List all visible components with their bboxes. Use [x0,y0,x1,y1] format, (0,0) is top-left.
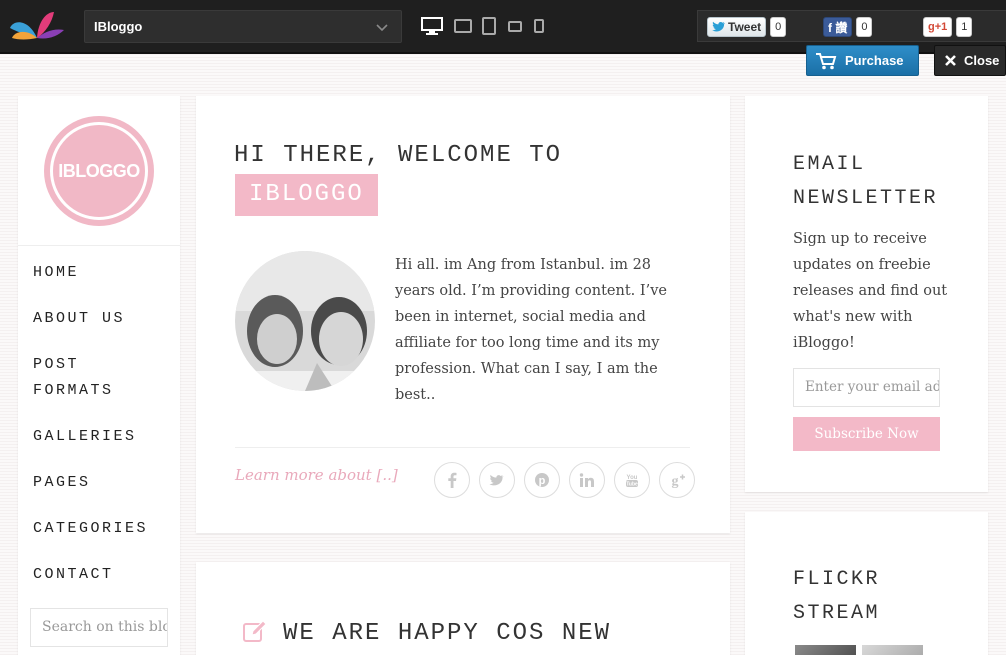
blog-search-input[interactable]: Search on this blog [30,608,168,647]
youtube-icon[interactable]: You Tube [614,462,650,498]
widget-title: EMAIL [793,153,866,176]
theme-select-value: IBloggo [94,19,143,34]
edit-icon [243,620,267,642]
facebook-label: f 讚 [828,20,848,35]
author-avatar [235,251,375,391]
close-button[interactable]: Close [934,45,1006,76]
newsletter-description: Sign up to receive updates on freebie re… [793,231,948,351]
nav-item-categories[interactable]: CATEGORIES [33,516,173,542]
newsletter-widget: EMAIL NEWSLETTER Sign up to receive upda… [745,96,988,492]
butterfly-logo-icon [10,12,64,40]
google-plus-count: 1 [956,17,973,37]
widget-title: STREAM [793,602,881,625]
twitter-icon[interactable] [479,462,515,498]
nav-item-galleries[interactable]: GALLERIES [33,424,173,450]
email-field[interactable]: Enter your email address [793,368,940,407]
flickr-thumbnail[interactable] [795,645,856,655]
social-share-box: Tweet 0 f 讚 0 g+1 1 [697,10,1006,42]
learn-more-link[interactable]: Learn more about [..] [235,466,398,484]
subscribe-button[interactable]: Subscribe Now [793,417,940,451]
tablet-portrait-icon[interactable] [481,17,497,35]
pinterest-icon[interactable]: p [524,462,560,498]
google-plus-icon[interactable]: g [659,462,695,498]
tablet-landscape-icon[interactable] [453,19,473,33]
facebook-icon: f 讚 [823,17,853,37]
nav-item-home[interactable]: HOME [33,260,173,286]
twitter-bird-icon [712,21,725,32]
theme-select[interactable]: IBloggo [84,10,402,43]
widget-title: FLICKR [793,568,881,591]
divider [18,245,180,246]
author-bio: Hi all. im Ang from Istanbul. im 28 year… [395,257,667,403]
left-sidebar: IBLOGGO HOME ABOUT US POST FORMATS GALLE… [18,96,180,655]
widget-title: NEWSLETTER [793,187,939,210]
close-label: Close [964,53,1000,68]
purchase-label: Purchase [845,53,904,68]
nav-item-about-us[interactable]: ABOUT US [33,306,173,332]
facebook-count: 0 [856,17,873,37]
main-nav: HOME ABOUT US POST FORMATS GALLERIES PAG… [33,260,173,608]
welcome-post: HI THERE, WELCOME TO IBLOGGO Hi all. im … [196,96,730,533]
facebook-icon[interactable] [434,462,470,498]
svg-text:Tube: Tube [626,482,638,488]
site-logo-text: IBLOGGO [50,122,148,220]
tweet-button[interactable]: Tweet 0 [707,17,787,37]
nav-item-post-formats[interactable]: POST FORMATS [33,352,133,404]
purchase-button[interactable]: Purchase [806,45,919,76]
divider [235,447,690,448]
google-plus-button[interactable]: g+1 1 [923,17,973,37]
cart-icon [816,52,837,69]
facebook-like-button[interactable]: f 讚 0 [823,17,873,37]
svg-text:p: p [539,475,546,487]
phone-landscape-icon[interactable] [507,20,523,32]
tweet-label: Tweet [728,20,762,34]
phone-portrait-icon[interactable] [533,19,545,33]
flickr-thumbnail[interactable] [862,645,923,655]
post-title: HI THERE, WELCOME TO [234,142,563,169]
linkedin-icon[interactable] [569,462,605,498]
post-title[interactable]: WE ARE HAPPY COS NEW [283,620,611,647]
site-logo[interactable]: IBLOGGO [44,116,154,226]
post-title-highlight: IBLOGGO [235,174,378,216]
svg-text:g: g [672,474,679,488]
nav-item-contact[interactable]: CONTACT [33,562,173,588]
tweet-count: 0 [770,17,787,37]
nav-item-pages[interactable]: PAGES [33,470,173,496]
desktop-icon[interactable] [420,17,444,35]
google-plus-one-icon: g+1 [923,17,953,37]
chevron-down-icon [376,24,388,32]
device-switcher [420,14,545,38]
post-card: WE ARE HAPPY COS NEW [196,562,730,655]
google-plus-label: g+1 [928,21,948,33]
share-icons: p You Tube g [434,462,695,498]
close-icon [945,55,956,66]
flickr-widget: FLICKR STREAM [745,512,988,655]
